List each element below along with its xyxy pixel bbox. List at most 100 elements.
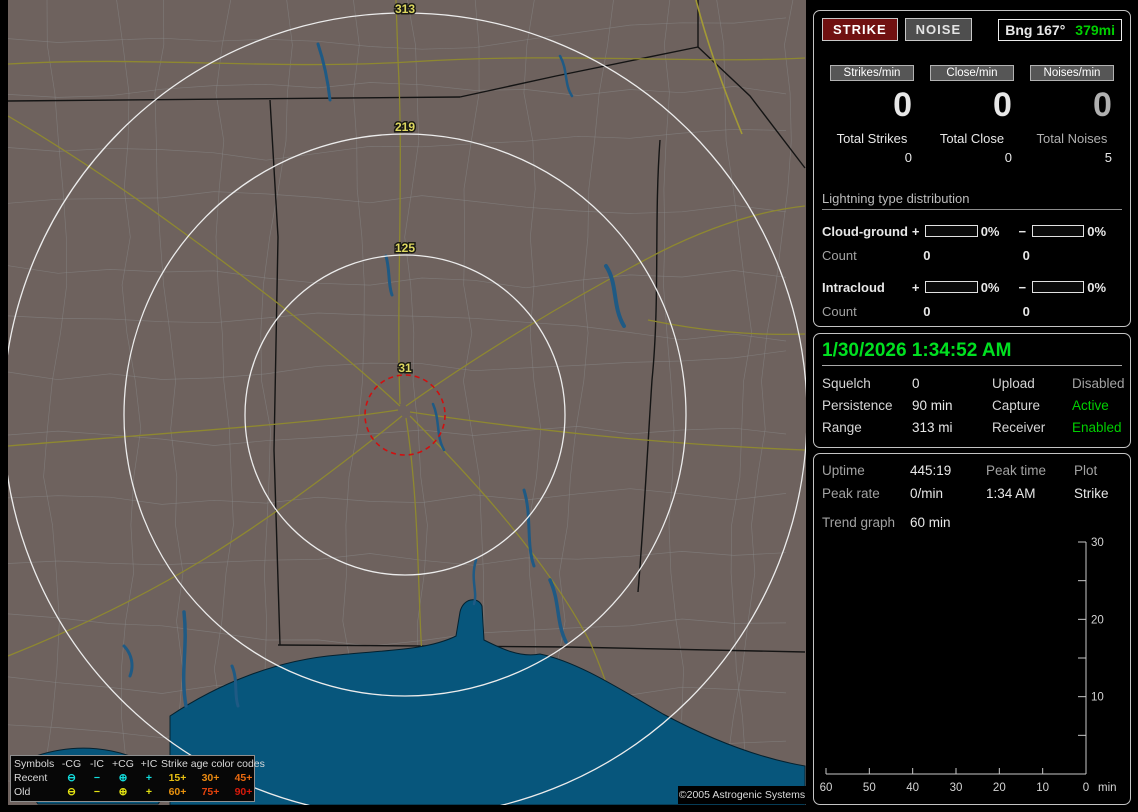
cloud-ground-plus-bar [925,225,978,237]
svg-text:20: 20 [993,782,1006,794]
noises-per-min-label: Noises/min [1029,65,1114,81]
ring-label-125: 125 [395,241,415,255]
plot-label: Plot [1074,463,1098,478]
cloud-ground-plus-count: 0 [923,248,931,263]
intracloud-plus-count: 0 [923,304,931,319]
pos-ic-recent-icon: + [145,772,153,784]
total-noises-label: Total Noises [1036,131,1108,146]
range-label: Range [822,420,862,435]
svg-text:min: min [1098,782,1117,794]
age-90: 90+ [234,786,253,798]
cloud-ground-row: Cloud-ground + 0% − 0% [822,222,1122,240]
copyright-bar: ©2005 Astrogenic Systems [678,786,806,804]
uptime-value: 445:19 [910,463,952,478]
intracloud-plus-bar [925,281,978,293]
legend-col-neg-cg: -CG [61,758,82,770]
peak-time-label: Peak time [986,463,1047,478]
persistence-value: 90 min [912,398,953,413]
strikes-column: Strikes/min 0 Total Strikes 0 [822,65,922,165]
noise-button[interactable]: NOISE [904,18,973,41]
intracloud-count-row: Count 0 0 [822,304,1122,320]
cloud-ground-label: Cloud-ground [822,223,908,239]
legend-row-old: Old ⊖ − ⊕ +60+ 75+ 90+ [14,785,254,799]
pos-ic-old-icon: + [145,786,153,798]
range-value: 313 mi [912,420,953,435]
total-noises-value: 5 [1104,150,1112,165]
plus-sign: + [911,223,920,239]
cloud-ground-count-row: Count 0 0 [822,248,1122,264]
map-area[interactable]: 313 219 125 31 Symbols -CG -IC +CG +IC Strike… [8,0,806,805]
strike-button[interactable]: STRIKE [822,18,898,41]
lightning-map: 313 219 125 31 [8,0,806,805]
squelch-label: Squelch [822,376,871,391]
legend-recent-label: Recent [14,772,48,784]
neg-ic-recent-icon: − [93,772,101,784]
legend-col-pos-cg: +CG [112,758,134,770]
datetime-display: 1/30/2026 1:34:52 AM [822,340,1012,361]
close-per-min-label: Close/min [929,65,1014,81]
distribution-title: Lightning type distribution [822,191,970,206]
legend-col-neg-ic: -IC [90,758,104,770]
svg-text:40: 40 [906,782,919,794]
cloud-ground-plus-pct: 0% [980,223,1000,239]
panel-counters: STRIKE NOISE Bng 167° 379mi Strikes/min … [813,10,1131,327]
minus-sign: − [1018,223,1027,239]
capture-label: Capture [992,398,1041,413]
trend-graph-value: 60 min [910,515,951,530]
age-60: 60+ [168,786,187,798]
panel-status: 1/30/2026 1:34:52 AM Squelch 0 Upload Di… [813,333,1131,448]
upload-status: Disabled [1072,376,1125,391]
app-window: 313 219 125 31 Symbols -CG -IC +CG +IC Strike… [0,0,1138,812]
noises-column: Noises/min 0 Total Noises 5 [1022,65,1122,165]
cloud-ground-minus-bar [1032,225,1085,237]
svg-text:30: 30 [950,782,963,794]
upload-label: Upload [992,376,1035,391]
age-15: 15+ [168,772,187,784]
svg-text:20: 20 [1091,614,1104,626]
intracloud-minus-bar [1032,281,1085,293]
minus-sign: − [1018,279,1027,295]
intracloud-plus-pct: 0% [980,279,1000,295]
legend-row-recent: Recent ⊖ − ⊕ +15+ 30+ 45+ [14,771,254,785]
intracloud-label: Intracloud [822,279,885,295]
neg-cg-recent-icon: ⊖ [67,772,76,784]
receiver-status: Enabled [1072,420,1122,435]
strikes-per-min-label: Strikes/min [830,65,914,81]
panel-trend: Uptime 445:19 Peak time Plot Peak rate 0… [813,453,1131,805]
peak-rate-label: Peak rate [822,486,880,501]
cloud-ground-minus-count: 0 [1022,248,1030,263]
total-close-label: Total Close [939,131,1005,146]
plot-value: Strike [1074,486,1109,501]
uptime-label: Uptime [822,463,865,478]
bearing-display: Bng 167° 379mi [998,18,1122,41]
svg-text:10: 10 [1091,692,1104,704]
bearing-label: Bng 167° [1005,21,1066,38]
count-label: Count [822,248,857,263]
receiver-label: Receiver [992,420,1046,435]
count-label: Count [822,304,857,319]
peak-time-value: 1:34 AM [986,486,1036,501]
squelch-value: 0 [912,376,920,391]
noises-per-min-value: 0 [1093,86,1112,124]
peak-rate-value: 0/min [910,486,944,501]
legend-symbols-title: Symbols [14,758,55,770]
age-75: 75+ [201,786,220,798]
ring-label-313: 313 [395,2,415,16]
svg-text:0: 0 [1083,782,1089,794]
trend-graph: 30 20 10 60 50 40 30 20 10 0 min [820,537,1117,794]
plus-sign: + [911,279,920,295]
cloud-ground-minus-pct: 0% [1087,223,1107,239]
ring-label-31: 31 [398,361,412,375]
close-per-min-value: 0 [993,86,1012,124]
age-45: 45+ [234,772,253,784]
trend-graph-label: Trend graph [822,515,896,530]
age-30: 30+ [201,772,220,784]
neg-cg-old-icon: ⊖ [67,786,76,798]
svg-text:50: 50 [863,782,876,794]
pos-cg-old-icon: ⊕ [118,786,128,798]
svg-text:60: 60 [820,782,833,794]
strikes-per-min-value: 0 [893,86,912,124]
close-column: Close/min 0 Total Close 0 [922,65,1022,165]
neg-ic-old-icon: − [93,786,101,798]
svg-text:30: 30 [1091,537,1104,549]
